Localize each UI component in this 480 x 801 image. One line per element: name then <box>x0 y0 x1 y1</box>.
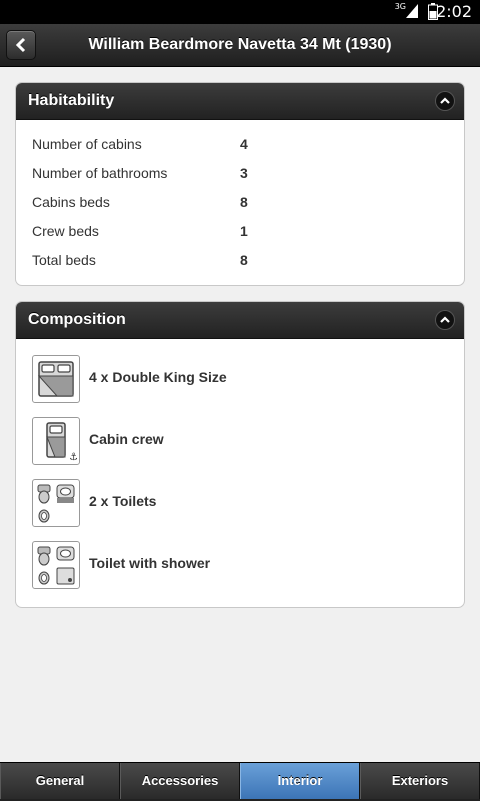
chevron-up-icon[interactable] <box>436 92 454 110</box>
chevron-left-icon <box>15 37 26 53</box>
habitability-title: Habitability <box>28 92 115 109</box>
composition-item: 4 x Double King Size <box>16 355 464 417</box>
composition-item: ⚓ Cabin crew <box>16 417 464 479</box>
row-label: Crew beds <box>32 223 99 239</box>
bottom-tab-bar: General Accessories Interior Exteriors <box>0 762 480 801</box>
row-value: 4 <box>240 136 248 152</box>
habitability-panel: Habitability Number of cabins 4 Number o… <box>15 82 465 286</box>
composition-item: 2 x Toilets <box>16 479 464 541</box>
tab-general[interactable]: General <box>0 763 120 799</box>
tab-accessories[interactable]: Accessories <box>120 763 240 799</box>
chevron-up-icon[interactable] <box>436 311 454 329</box>
row-label: Cabins beds <box>32 194 110 210</box>
habitability-row: Number of cabins 4 <box>16 130 464 159</box>
header-bar: William Beardmore Navetta 34 Mt (1930) <box>0 24 480 67</box>
habitability-header[interactable]: Habitability <box>16 83 464 120</box>
double-bed-icon <box>32 355 80 403</box>
habitability-row: Cabins beds 8 <box>16 188 464 217</box>
tab-exteriors[interactable]: Exteriors <box>360 763 480 799</box>
habitability-row: Total beds 8 <box>16 246 464 275</box>
composition-title: Composition <box>28 311 126 328</box>
item-label: Cabin crew <box>89 431 164 447</box>
network-type: 3G <box>394 2 406 11</box>
row-label: Total beds <box>32 252 96 268</box>
toilet-icon <box>32 479 80 527</box>
tab-interior[interactable]: Interior <box>240 763 360 799</box>
crew-bed-icon: ⚓ <box>32 417 80 465</box>
item-label: 2 x Toilets <box>89 493 157 509</box>
row-value: 8 <box>240 194 248 210</box>
item-label: 4 x Double King Size <box>89 369 227 385</box>
row-value: 3 <box>240 165 248 181</box>
row-label: Number of bathrooms <box>32 165 168 181</box>
composition-item: Toilet with shower <box>16 541 464 603</box>
composition-panel: Composition 4 x Double King Size Cabin c… <box>15 301 465 608</box>
toilet-shower-icon <box>32 541 80 589</box>
row-label: Number of cabins <box>32 136 142 152</box>
status-bar: 3G 2:02 <box>0 0 480 24</box>
signal-icon <box>406 4 418 18</box>
row-value: 1 <box>240 223 248 239</box>
habitability-row: Crew beds 1 <box>16 217 464 246</box>
svg-text:⚓: ⚓ <box>69 452 77 462</box>
item-label: Toilet with shower <box>89 555 211 571</box>
page-title: William Beardmore Navetta 34 Mt (1930) <box>88 36 392 53</box>
habitability-row: Number of bathrooms 3 <box>16 159 464 188</box>
row-value: 8 <box>240 252 248 268</box>
back-button[interactable] <box>6 30 36 60</box>
composition-header[interactable]: Composition <box>16 302 464 339</box>
status-time: 2:02 <box>436 2 472 21</box>
